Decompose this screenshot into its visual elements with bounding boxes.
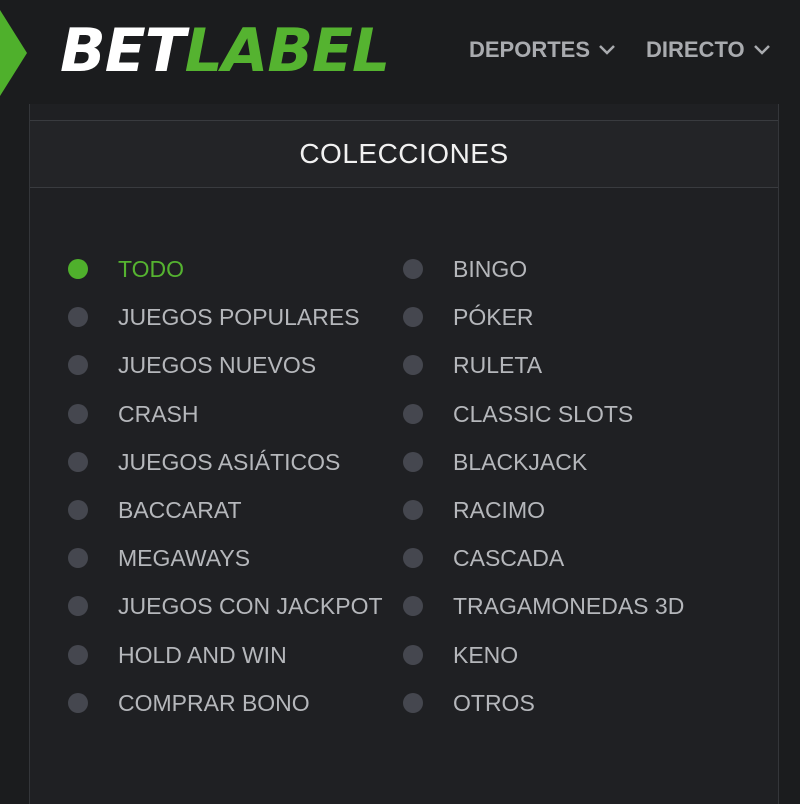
collection-item-label: COMPRAR BONO (118, 690, 310, 716)
radio-dot-icon (68, 500, 88, 520)
collection-item-crash[interactable]: CRASH (68, 399, 199, 429)
collection-item-label: KENO (453, 642, 519, 668)
radio-dot-icon (68, 259, 88, 279)
collection-item-label: RULETA (453, 352, 543, 378)
radio-dot-icon (68, 452, 88, 472)
collection-item-blackjack[interactable]: BLACKJACK (403, 447, 587, 477)
radio-dot-icon (403, 596, 423, 616)
collection-item-classic-slots[interactable]: CLASSIC SLOTS (403, 399, 633, 429)
nav-directo[interactable]: DIRECTO (646, 36, 771, 64)
nav-deportes[interactable]: DEPORTES (469, 36, 616, 64)
collection-item-label: CRASH (118, 401, 199, 427)
radio-dot-icon (403, 693, 423, 713)
site-header: BETLABEL DEPORTES DIRECTO (0, 0, 800, 104)
collection-item-juegos-populares[interactable]: JUEGOS POPULARES (68, 302, 360, 332)
collection-item-todo[interactable]: TODO (68, 254, 184, 284)
collections-panel: COLECCIONES TODO JUEGOS POPULARES JUEGOS N… (29, 104, 779, 804)
logo-text-bet: BET (60, 16, 186, 86)
collection-item-label: JUEGOS CON JACKPOT (118, 593, 383, 619)
radio-dot-icon (403, 548, 423, 568)
collection-item-juegos-nuevos[interactable]: JUEGOS NUEVOS (68, 350, 316, 380)
collection-item-label: BLACKJACK (453, 449, 588, 475)
radio-dot-icon (68, 693, 88, 713)
radio-dot-icon (403, 452, 423, 472)
radio-dot-icon (68, 307, 88, 327)
radio-dot-icon (68, 548, 88, 568)
collection-item-megaways[interactable]: MEGAWAYS (68, 543, 250, 573)
radio-dot-icon (68, 355, 88, 375)
radio-dot-icon (403, 307, 423, 327)
collection-item-label: OTROS (453, 690, 535, 716)
collection-item-label: BINGO (453, 256, 528, 282)
collection-item-label: RACIMO (453, 497, 545, 523)
nav-directo-label: DIRECTO (646, 37, 745, 62)
collection-item-keno[interactable]: KENO (403, 640, 518, 670)
collection-item-poker[interactable]: PÓKER (403, 302, 534, 332)
radio-dot-icon (68, 404, 88, 424)
radio-dot-icon (403, 500, 423, 520)
collection-item-label: TRAGAMONEDAS 3D (453, 593, 685, 619)
chevron-down-icon (753, 45, 770, 55)
collection-item-label: CLASSIC SLOTS (453, 401, 634, 427)
radio-dot-icon (68, 596, 88, 616)
collection-item-tragamonedas-3d[interactable]: TRAGAMONEDAS 3D (403, 591, 684, 621)
collection-item-hold-and-win[interactable]: HOLD AND WIN (68, 640, 287, 670)
collection-item-ruleta[interactable]: RULETA (403, 350, 542, 380)
nav-deportes-label: DEPORTES (469, 37, 591, 62)
collections-header: COLECCIONES (30, 120, 778, 188)
collection-item-label: HOLD AND WIN (118, 642, 287, 668)
radio-dot-icon (403, 355, 423, 375)
radio-dot-icon (403, 259, 423, 279)
radio-dot-icon (403, 645, 423, 665)
collection-item-cascada[interactable]: CASCADA (403, 543, 564, 573)
green-arrow-icon (0, 10, 27, 96)
collection-item-otros[interactable]: OTROS (403, 688, 535, 718)
collection-item-label: CASCADA (453, 545, 565, 571)
collection-item-label: MEGAWAYS (118, 545, 251, 571)
betlabel-logo[interactable]: BETLABEL (60, 16, 391, 86)
collection-item-label: JUEGOS POPULARES (118, 304, 360, 330)
radio-dot-icon (403, 404, 423, 424)
collection-item-label: PÓKER (453, 304, 534, 330)
collection-item-label: JUEGOS ASIÁTICOS (118, 449, 341, 475)
radio-dot-icon (68, 645, 88, 665)
chevron-down-icon (599, 45, 615, 55)
collection-item-label: BACCARAT (118, 497, 242, 523)
collections-title: COLECCIONES (299, 138, 509, 169)
collection-item-baccarat[interactable]: BACCARAT (68, 495, 242, 525)
collection-item-bingo[interactable]: BINGO (403, 254, 527, 284)
collection-item-label: JUEGOS NUEVOS (118, 352, 317, 378)
collection-item-racimo[interactable]: RACIMO (403, 495, 545, 525)
collection-item-juegos-con-jackpot[interactable]: JUEGOS CON JACKPOT (68, 591, 383, 621)
collection-item-comprar-bono[interactable]: COMPRAR BONO (68, 688, 310, 718)
logo-text-label: LABEL (184, 16, 391, 86)
collection-item-label: TODO (118, 256, 185, 282)
collection-item-juegos-asiaticos[interactable]: JUEGOS ASIÁTICOS (68, 447, 340, 477)
